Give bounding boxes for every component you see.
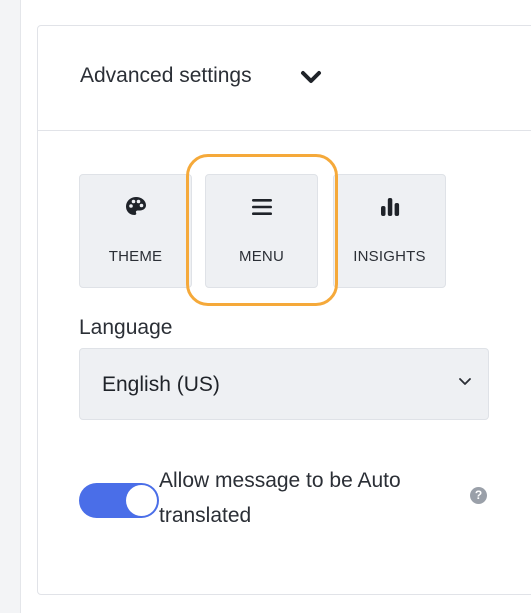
advanced-settings-panel: Advanced settings THEME MENU INSIGHTS La… (37, 25, 531, 595)
tab-insights[interactable]: INSIGHTS (333, 174, 446, 288)
tab-theme-label: THEME (108, 248, 163, 265)
palette-icon (125, 197, 146, 215)
menu-icon (251, 199, 272, 215)
toggle-knob (126, 485, 157, 516)
language-label: Language (79, 316, 173, 339)
chevron-down-icon[interactable] (300, 70, 322, 86)
tab-theme[interactable]: THEME (79, 174, 192, 288)
language-select[interactable]: English (US) (79, 348, 489, 420)
question-mark-icon[interactable]: ? (470, 487, 487, 504)
auto-translate-toggle[interactable] (79, 483, 159, 518)
tab-menu-label: MENU (239, 248, 284, 265)
language-selected-value: English (US) (102, 373, 220, 396)
advanced-settings-title: Advanced settings (80, 64, 252, 87)
auto-translate-label: Allow message to be Auto translated (159, 469, 401, 527)
chevron-down-icon (459, 378, 471, 385)
left-edge-panel (0, 0, 21, 613)
bar-chart-icon (380, 198, 399, 216)
tab-menu[interactable]: MENU (205, 174, 318, 288)
advanced-settings-header[interactable]: Advanced settings (38, 26, 531, 131)
tab-insights-label: INSIGHTS (353, 248, 426, 265)
